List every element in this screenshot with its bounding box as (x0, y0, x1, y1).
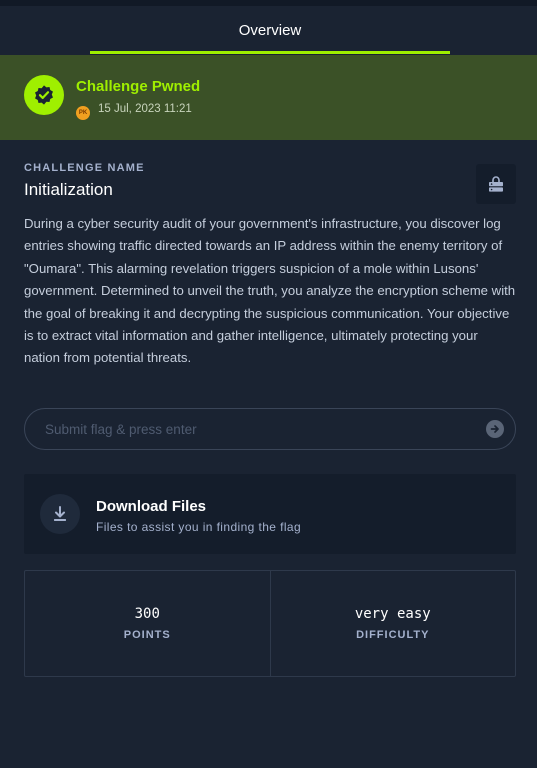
flag-input-container (24, 408, 516, 450)
avatar: PK (76, 106, 90, 120)
points-label: POINTS (123, 629, 171, 641)
difficulty-label: DIFFICULTY (356, 629, 430, 641)
download-icon (40, 494, 80, 534)
submit-flag-button[interactable] (486, 420, 504, 438)
lock-server-button[interactable] (476, 164, 516, 204)
flag-input[interactable] (45, 409, 465, 449)
points-value: 300 (134, 606, 160, 622)
challenge-description: During a cyber security audit of your go… (24, 216, 516, 366)
download-title: Download Files (96, 498, 207, 515)
download-files-button[interactable]: Download Files Files to assist you in fi… (24, 474, 516, 554)
challenge-name-label: CHALLENGE NAME (24, 162, 145, 174)
tab-active-indicator (90, 51, 450, 54)
pwned-date: 15 Jul, 2023 11:21 (98, 103, 192, 115)
lock-server-icon (489, 176, 503, 192)
pwned-banner: Challenge Pwned PK 15 Jul, 2023 11:21 (0, 55, 537, 140)
download-subtitle: Files to assist you in finding the flag (96, 520, 302, 534)
challenge-stats: 300 POINTS very easy DIFFICULTY (24, 570, 516, 677)
arrow-right-icon (490, 425, 499, 433)
tab-overview[interactable]: Overview (90, 6, 450, 55)
verified-check-icon (24, 75, 64, 115)
challenge-title: Initialization (24, 180, 113, 199)
tab-bar: Overview (0, 6, 537, 55)
points-stat: 300 POINTS (25, 571, 270, 676)
difficulty-stat: very easy DIFFICULTY (269, 571, 516, 676)
difficulty-value: very easy (354, 606, 431, 622)
pwned-title: Challenge Pwned (76, 78, 201, 95)
